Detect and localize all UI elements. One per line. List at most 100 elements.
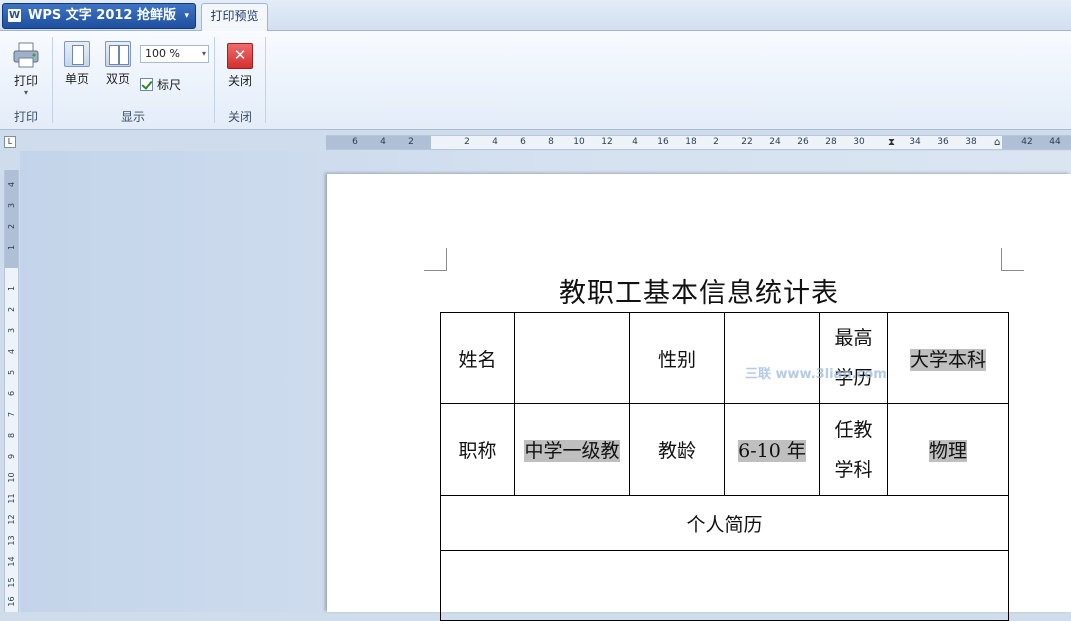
horizontal-ruler[interactable]: 6 4 2 2 4 6 8 10 12 4 16 18 2 22 24 26 2…	[326, 135, 1071, 150]
double-page-icon	[105, 41, 131, 67]
ruler-tick: 44	[1049, 137, 1061, 147]
table-row: 职称 中学一级教 教龄 6-10 年 任教 学科 物理	[440, 403, 1009, 496]
ruler-tick: 4	[7, 348, 16, 355]
ruler-tick: 4	[492, 137, 498, 147]
single-page-label: 单页	[64, 72, 89, 86]
ruler-checkbox[interactable]	[140, 78, 153, 91]
ruler-margin-left	[326, 136, 431, 149]
info-table: 姓名 性别 最高 学历 大学本科 职称 中学一级教 教龄 6-10 年 任教 学…	[440, 312, 1009, 621]
ruler-tick: 6	[520, 137, 526, 147]
ruler-tick: 4	[632, 137, 638, 147]
table-cell: 最高 学历	[819, 312, 888, 404]
ruler-tick: 2	[408, 137, 414, 147]
ruler-tick: 14	[7, 556, 16, 567]
highlighted-value: 物理	[928, 440, 967, 462]
ruler-tick: 2	[7, 223, 16, 230]
close-label: 关闭	[227, 74, 252, 88]
double-page-button[interactable]: 双页	[102, 41, 134, 87]
highlighted-value: 大学本科	[909, 348, 986, 371]
table-cell	[724, 312, 820, 404]
display-group: 单页 双页 100 % ▾ 标尺 显示	[53, 31, 213, 129]
table-cell: 任教 学科	[819, 403, 888, 496]
single-page-icon	[64, 41, 90, 67]
ruler-tick: 28	[825, 137, 837, 147]
ruler-tick: 10	[573, 137, 585, 147]
ruler-tick: 3	[7, 327, 16, 334]
ribbon: 打印 ▾ 打印 单页 双页 100 % ▾ 标尺 显示 ✕ 关闭 关闭	[0, 31, 1071, 130]
ruler-tick: 9	[7, 453, 16, 460]
print-caret-icon[interactable]: ▾	[6, 89, 46, 97]
ruler-tick: 36	[937, 137, 949, 147]
table-row: 个人简历	[440, 495, 1009, 551]
group-divider	[265, 37, 266, 123]
table-cell: 个人简历	[440, 495, 1009, 551]
ruler-tick: 16	[7, 596, 16, 607]
app-title: WPS 文字 2012 抢鲜版	[28, 8, 176, 23]
tab-stop-selector[interactable]: L	[4, 136, 16, 148]
table-cell: 教龄	[629, 403, 725, 496]
print-group: 打印 ▾ 打印	[0, 31, 52, 129]
ruler-tick: 13	[7, 535, 16, 546]
print-group-label: 打印	[13, 110, 38, 124]
single-page-button[interactable]: 单页	[61, 41, 93, 87]
table-row: 姓名 性别 最高 学历 大学本科	[440, 312, 1009, 404]
chevron-down-icon: ▾	[184, 11, 189, 21]
tab-print-preview[interactable]: 打印预览	[201, 3, 268, 31]
watermark: 三联 www.3lian.com	[745, 367, 887, 382]
ruler-tick: 15	[7, 577, 16, 588]
close-group: ✕ 关闭 关闭	[215, 31, 265, 129]
ruler-tick: 26	[797, 137, 809, 147]
zoom-select[interactable]: 100 % ▾	[140, 45, 209, 63]
close-icon: ✕	[227, 43, 253, 69]
vertical-ruler[interactable]: 4 3 2 1 1 2 3 4 5 6 7 8 9 10 11 12 13 14…	[4, 170, 19, 612]
ruler-tick: 2	[713, 137, 719, 147]
document-page: 教职工基本信息统计表 姓名 性别 最高 学历 大学本科 职称 中学一级教 教龄 …	[327, 174, 1071, 621]
ruler-tick: 22	[741, 137, 753, 147]
ruler-tick: 16	[657, 137, 669, 147]
table-cell: 中学一级教	[514, 403, 630, 496]
ruler-tick: 4	[7, 181, 16, 188]
ruler-tick: 8	[7, 432, 16, 439]
chevron-down-icon[interactable]: ▾	[202, 46, 206, 62]
ruler-tick: 2	[7, 306, 16, 313]
ruler-tick: 30	[853, 137, 865, 147]
close-group-label: 关闭	[227, 110, 252, 124]
crop-mark	[1001, 248, 1024, 271]
ruler-tick: 5	[7, 369, 16, 376]
app-menu-button[interactable]: W WPS 文字 2012 抢鲜版 ▾	[2, 3, 196, 29]
table-cell: 6-10 年	[724, 403, 820, 496]
table-row	[440, 550, 1009, 621]
right-indent-marker-icon[interactable]: ⌂	[994, 136, 1000, 149]
ruler-tick: 10	[7, 472, 16, 483]
indent-marker-icon[interactable]: ⧗	[888, 136, 895, 149]
double-page-label: 双页	[105, 72, 130, 86]
print-button[interactable]: 打印 ▾	[6, 41, 46, 97]
ruler-tick: 6	[7, 390, 16, 397]
ruler-tick: 8	[548, 137, 554, 147]
print-label: 打印	[13, 74, 38, 88]
table-cell: 大学本科	[887, 312, 1009, 404]
ruler-checkbox-label[interactable]: 标尺	[157, 76, 181, 93]
ruler-tick: 38	[965, 137, 977, 147]
ruler-tick: 24	[769, 137, 781, 147]
display-group-label: 显示	[120, 110, 145, 124]
ruler-tick: 42	[1021, 137, 1033, 147]
close-button[interactable]: ✕ 关闭	[224, 43, 256, 89]
table-cell: 物理	[887, 403, 1009, 496]
ruler-tick: 11	[7, 493, 16, 504]
ruler-tick: 12	[601, 137, 613, 147]
table-cell: 姓名	[440, 312, 515, 404]
ruler-tick: 18	[685, 137, 697, 147]
zoom-value: 100 %	[145, 47, 180, 60]
table-cell	[440, 550, 1009, 621]
document-title: 教职工基本信息统计表	[559, 278, 839, 309]
ruler-tick: 1	[7, 244, 16, 251]
title-bar: W WPS 文字 2012 抢鲜版 ▾ 打印预览	[0, 0, 1071, 31]
ruler-tick: 4	[380, 137, 386, 147]
ruler-tick: 34	[909, 137, 921, 147]
highlighted-value: 中学一级教	[524, 440, 620, 462]
crop-mark	[424, 248, 447, 271]
ruler-tick: 3	[7, 202, 16, 209]
printer-icon	[11, 41, 41, 69]
table-cell: 职称	[440, 403, 515, 496]
